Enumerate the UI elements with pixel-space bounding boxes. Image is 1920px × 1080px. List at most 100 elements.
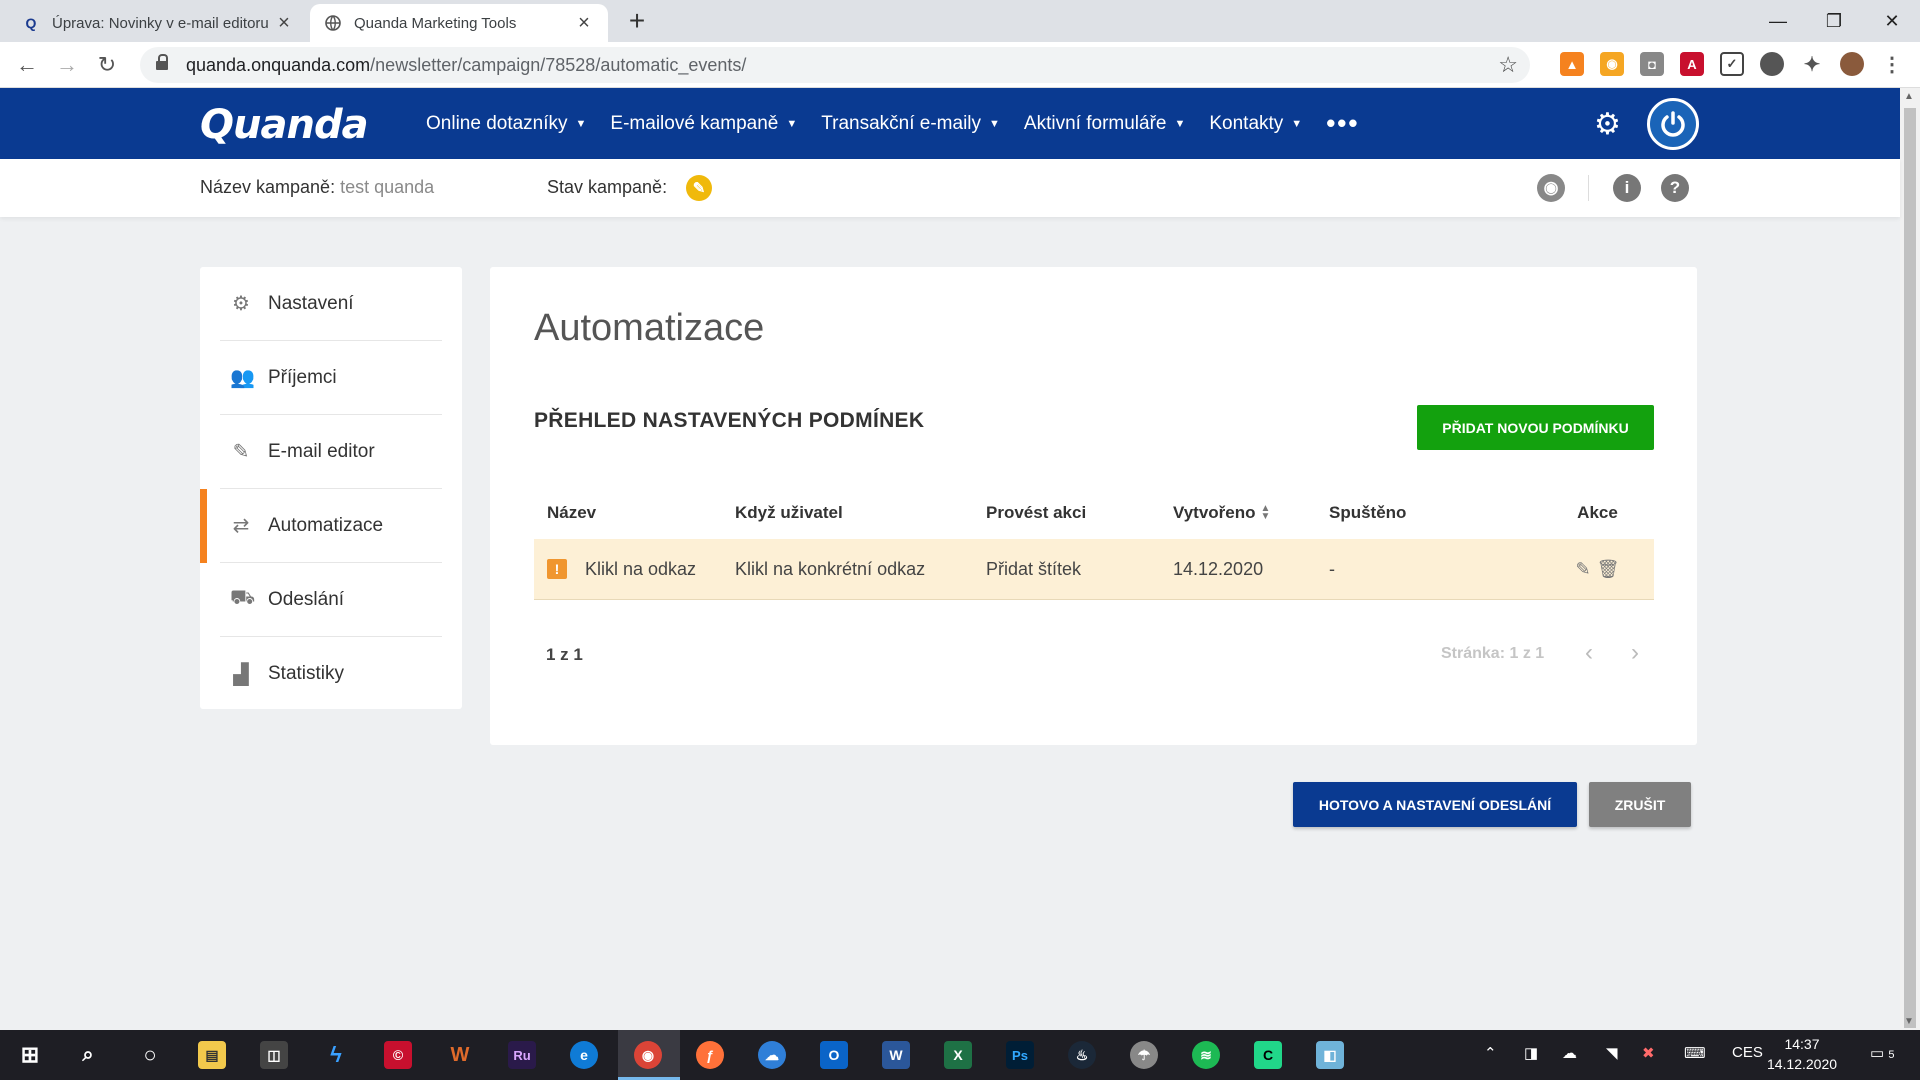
firefox-icon[interactable]: ƒ	[696, 1041, 724, 1069]
prev-page-icon[interactable]: ‹	[1585, 639, 1593, 667]
column-header-provest-akci[interactable]: Provést akci	[973, 503, 1160, 523]
minimize-button[interactable]: —	[1750, 0, 1806, 42]
premiere-rush-icon[interactable]: Ru	[508, 1041, 536, 1069]
camera-extension-icon[interactable]: ◘	[1640, 52, 1664, 76]
outlook-icon[interactable]: O	[820, 1041, 848, 1069]
tab-title: Úprava: Novinky v e-mail editoru	[52, 14, 269, 32]
tray-dropbox-icon[interactable]: ✖	[1642, 1044, 1655, 1062]
conditions-table: Název Když uživatel Provést akci Vytvoře…	[534, 487, 1654, 600]
app-note-icon[interactable]: ◧	[1316, 1041, 1344, 1069]
edit-icon: ✎	[232, 441, 250, 463]
bookmark-star-icon[interactable]: ☆	[1498, 52, 1518, 78]
analytics-extension-icon[interactable]: ▲	[1560, 52, 1584, 76]
menu-kontakty[interactable]: Kontakty ▼	[1209, 113, 1302, 135]
sidebar-item-odeslani[interactable]: ⛟ Odeslání	[220, 563, 442, 637]
app-stripes-icon[interactable]: W	[446, 1041, 474, 1069]
puzzle-extensions-icon[interactable]: ✦	[1800, 52, 1824, 76]
campaign-name: Název kampaně: test quanda	[200, 177, 434, 198]
search-icon[interactable]: ⌕	[74, 1041, 102, 1069]
windows-start-icon[interactable]: ⊞	[16, 1041, 44, 1069]
browser-tab-marketing-tools[interactable]: Quanda Marketing Tools ×	[310, 4, 608, 42]
cortana-icon[interactable]: ○	[136, 1041, 164, 1069]
chrome-icon[interactable]: ◉	[634, 1041, 662, 1069]
reload-button[interactable]: ↻	[92, 50, 122, 80]
edge-icon[interactable]: e	[570, 1041, 598, 1069]
tray-chevron-up-icon[interactable]: ⌃	[1484, 1044, 1497, 1062]
menu-emailove-kampane[interactable]: E-mailové kampaně ▼	[610, 113, 797, 135]
restore-button[interactable]: ❐	[1806, 0, 1862, 42]
file-explorer-icon[interactable]: ▤	[198, 1041, 226, 1069]
pagination-label: Stránka: 1 z 1	[1441, 645, 1545, 662]
next-page-icon[interactable]: ›	[1631, 639, 1639, 667]
windows-taskbar: ⊞ ⌕ ○ ▤ ◫ ϟ © W Ru e ◉ ƒ ☁ O W X Ps ♨ ☂ …	[0, 1030, 1920, 1080]
sidebar-item-prijemci[interactable]: 👥 Příjemci	[220, 341, 442, 415]
cancel-button[interactable]: ZRUŠIT	[1589, 782, 1691, 827]
profile-avatar[interactable]	[1840, 52, 1864, 76]
spotify-icon[interactable]: ≋	[1192, 1041, 1220, 1069]
app-bolt-icon[interactable]: ϟ	[322, 1041, 350, 1069]
app-c-icon[interactable]: C	[1254, 1041, 1282, 1069]
close-icon[interactable]: ×	[574, 12, 594, 35]
column-header-kdyz-uzivatel[interactable]: Když uživatel	[722, 503, 973, 523]
back-button[interactable]: ←	[12, 50, 42, 80]
photoshop-icon[interactable]: Ps	[1006, 1041, 1034, 1069]
tray-keyboard-icon[interactable]: ⌨	[1684, 1044, 1706, 1062]
browser-toolbar: ← → ↻ quanda.onquanda.com/newsletter/cam…	[0, 42, 1920, 88]
sort-icon[interactable]: ▲ ▼	[1261, 504, 1271, 522]
page-scrollbar[interactable]: ▲ ▼	[1900, 88, 1920, 1030]
sidebar-item-email-editor[interactable]: ✎ E-mail editor	[220, 415, 442, 489]
scroll-thumb[interactable]	[1904, 108, 1916, 1028]
help-icon[interactable]: ?	[1661, 174, 1689, 202]
creative-cloud-icon[interactable]: ©	[384, 1041, 412, 1069]
notification-center-icon[interactable]: ▭ 5	[1870, 1044, 1894, 1062]
word-icon[interactable]: W	[882, 1041, 910, 1069]
new-tab-button[interactable]: +	[622, 6, 652, 36]
excel-icon[interactable]: X	[944, 1041, 972, 1069]
app-cloud-icon[interactable]: ☁	[758, 1041, 786, 1069]
sidebar-item-automatizace[interactable]: ⇄ Automatizace	[200, 489, 442, 563]
more-menu-dots[interactable]: •••	[1326, 108, 1359, 139]
info-icon[interactable]: i	[1613, 174, 1641, 202]
scroll-up-icon[interactable]: ▲	[1904, 91, 1914, 102]
browser-tab-bar: Q Úprava: Novinky v e-mail editoru × Qua…	[0, 0, 1920, 42]
app-umbrella-icon[interactable]: ☂	[1130, 1041, 1158, 1069]
column-header-spusteno[interactable]: Spuštěno	[1316, 503, 1528, 523]
clock-time: 14:37	[1784, 1036, 1820, 1052]
tray-clock[interactable]: 14:37 14.12.2020	[1758, 1034, 1846, 1074]
rss-extension-icon[interactable]: ◉	[1600, 52, 1624, 76]
tray-camera-icon[interactable]: ◨	[1524, 1044, 1538, 1062]
menu-online-dotazniky[interactable]: Online dotazníky ▼	[426, 113, 586, 135]
close-icon[interactable]: ×	[274, 12, 294, 35]
caret-down-icon: ▼	[575, 117, 587, 130]
browser-tab-editor[interactable]: Q Úprava: Novinky v e-mail editoru ×	[8, 4, 308, 42]
store-icon[interactable]: ◫	[260, 1041, 288, 1069]
pdf-extension-icon[interactable]: A	[1680, 52, 1704, 76]
done-and-send-settings-button[interactable]: HOTOVO A NASTAVENÍ ODESLÁNÍ	[1293, 782, 1577, 827]
more-menu-icon[interactable]: ⋮	[1880, 52, 1904, 76]
forward-button[interactable]: →	[52, 50, 82, 80]
tray-onedrive-icon[interactable]: ☁	[1562, 1044, 1577, 1062]
quanda-logo[interactable]: Quanda	[200, 102, 369, 148]
window-close-button[interactable]: ✕	[1864, 0, 1920, 42]
sidebar-item-statistiky[interactable]: ▟ Statistiky	[220, 637, 442, 711]
menu-transakcni-emaily[interactable]: Transakční e-maily ▼	[821, 113, 1000, 135]
circle-extension-icon[interactable]	[1760, 52, 1784, 76]
add-condition-button[interactable]: PŘIDAT NOVOU PODMÍNKU	[1417, 405, 1654, 450]
address-bar[interactable]: quanda.onquanda.com/newsletter/campaign/…	[140, 47, 1530, 83]
steam-icon[interactable]: ♨	[1068, 1041, 1096, 1069]
gear-icon[interactable]: ⚙	[1594, 107, 1621, 142]
trash-icon[interactable]: 🗑	[1597, 559, 1620, 580]
pocket-extension-icon[interactable]: ✓	[1720, 52, 1744, 76]
sidebar-item-label: Odeslání	[268, 588, 345, 610]
scroll-down-icon[interactable]: ▼	[1904, 1016, 1914, 1027]
column-header-nazev[interactable]: Název	[534, 503, 722, 523]
menu-aktivni-formulare[interactable]: Aktivní formuláře ▼	[1024, 113, 1185, 135]
power-logout-button[interactable]	[1647, 98, 1699, 150]
column-header-vytvoreno[interactable]: Vytvořeno ▲ ▼	[1160, 503, 1316, 523]
table-row[interactable]: ! Klikl na odkaz Klikl na konkrétní odkaz…	[534, 539, 1654, 600]
sidebar-item-nastaveni[interactable]: ⚙ Nastavení	[220, 267, 442, 341]
eye-icon[interactable]: ◉	[1537, 174, 1565, 202]
caret-down-icon: ▼	[1174, 117, 1186, 130]
edit-icon[interactable]: ✎	[1576, 559, 1591, 580]
tray-wifi-icon[interactable]: ◥	[1606, 1044, 1618, 1062]
